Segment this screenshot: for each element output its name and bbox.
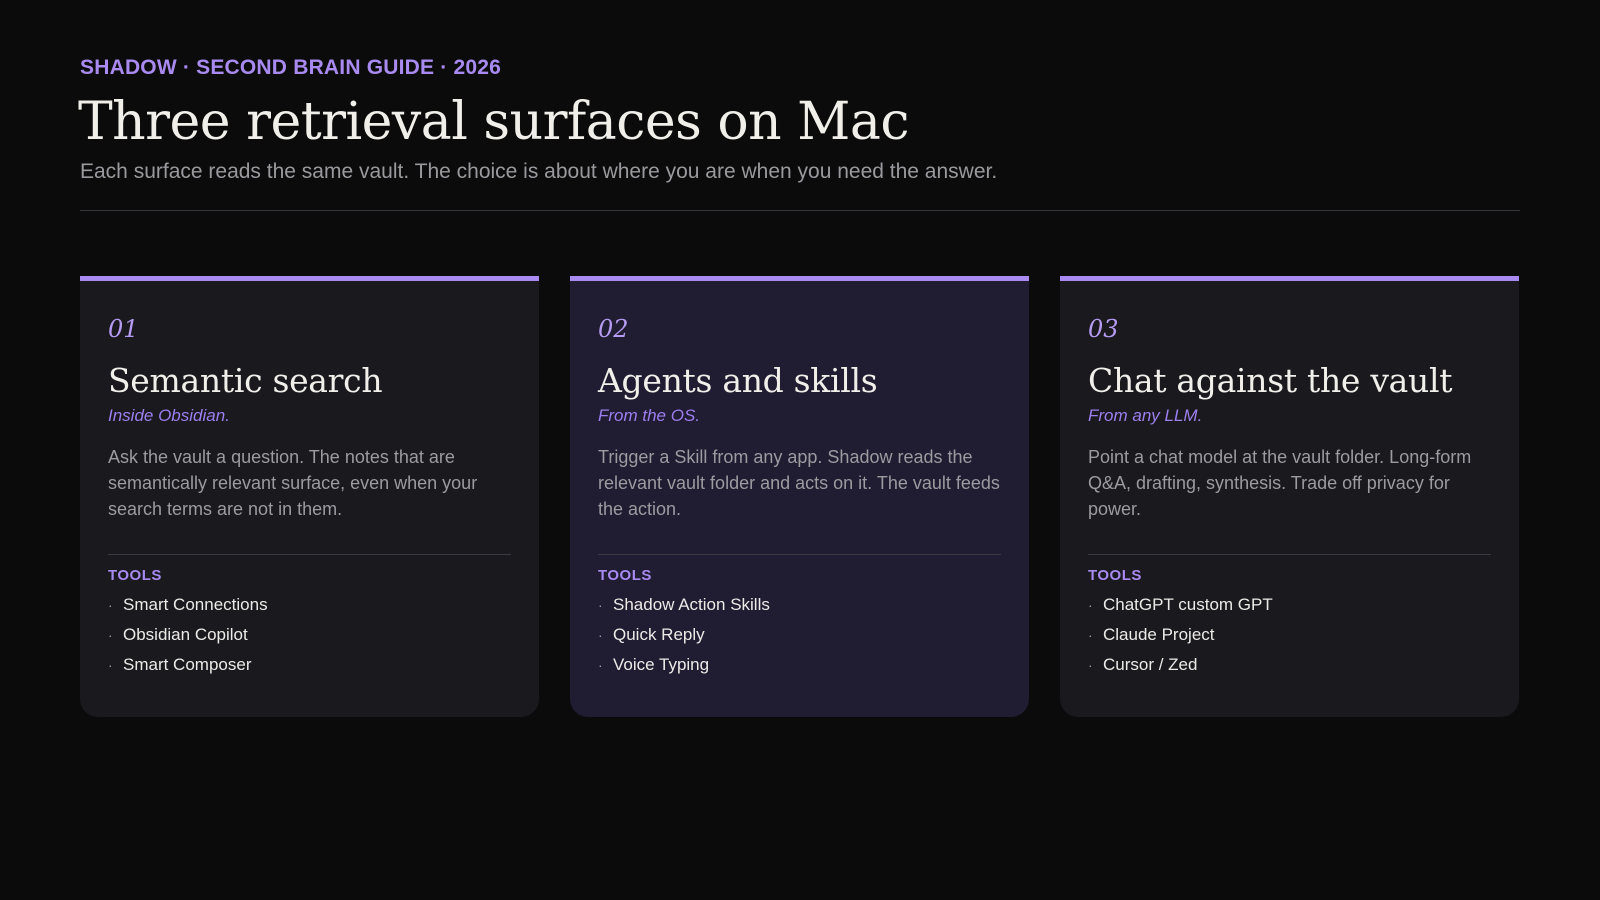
tool-name: Quick Reply — [613, 625, 705, 644]
tool-name: Voice Typing — [613, 655, 710, 674]
tool-name: Claude Project — [1103, 625, 1215, 644]
card-chat-against-vault: 03 Chat against the vault From any LLM. … — [1060, 276, 1519, 717]
card-title: Chat against the vault — [1088, 361, 1453, 400]
bullet-icon: · — [108, 627, 113, 643]
card-divider — [1088, 554, 1491, 555]
card-divider — [598, 554, 1001, 555]
card-number: 03 — [1088, 315, 1119, 343]
bullet-icon: · — [1088, 657, 1093, 673]
card-context: From any LLM. — [1088, 406, 1203, 425]
bullet-icon: · — [108, 597, 113, 613]
tools-label: TOOLS — [1088, 567, 1142, 584]
tool-item: · Quick Reply — [598, 620, 1001, 650]
tools-list: · Shadow Action Skills · Quick Reply · Voic… — [598, 590, 1001, 680]
tools-list: · Smart Connections · Obsidian Copilot · Sm… — [108, 590, 511, 680]
card-description: Point a chat model at the vault folder. … — [1088, 447, 1472, 519]
tool-name: ChatGPT custom GPT — [1103, 595, 1273, 614]
card-context: Inside Obsidian. — [108, 406, 230, 425]
bullet-icon: · — [1088, 597, 1093, 613]
card-agents-and-skills: 02 Agents and skills From the OS. Trigge… — [570, 276, 1029, 717]
card-title: Agents and skills — [598, 361, 878, 400]
card-description: Trigger a Skill from any app. Shadow rea… — [598, 447, 1000, 519]
tool-item: · Claude Project — [1088, 620, 1491, 650]
bullet-icon: · — [598, 627, 603, 643]
card-context: From the OS. — [598, 406, 701, 425]
tool-name: Smart Connections — [123, 595, 268, 614]
tool-item: · Cursor / Zed — [1088, 650, 1491, 680]
tools-label: TOOLS — [598, 567, 652, 584]
eyebrow-label: SHADOW · SECOND BRAIN GUIDE · 2026 — [80, 56, 502, 79]
card-description: Ask the vault a question. The notes that… — [108, 447, 478, 519]
tool-item: · Obsidian Copilot — [108, 620, 511, 650]
card-number: 01 — [108, 315, 139, 343]
tool-item: · ChatGPT custom GPT — [1088, 590, 1491, 620]
card-row: 01 Semantic search Inside Obsidian. Ask … — [80, 276, 1520, 717]
tool-item: · Smart Connections — [108, 590, 511, 620]
card-number: 02 — [598, 315, 629, 343]
bullet-icon: · — [108, 657, 113, 673]
slide: SHADOW · SECOND BRAIN GUIDE · 2026 Three… — [0, 0, 1600, 900]
card-title: Semantic search — [108, 361, 383, 400]
tool-item: · Voice Typing — [598, 650, 1001, 680]
bullet-icon: · — [598, 597, 603, 613]
card-divider — [108, 554, 511, 555]
tools-list: · ChatGPT custom GPT · Claude Project · Cur… — [1088, 590, 1491, 680]
header-divider — [80, 210, 1520, 211]
card-semantic-search: 01 Semantic search Inside Obsidian. Ask … — [80, 276, 539, 717]
tool-name: Smart Composer — [123, 655, 252, 674]
tool-name: Obsidian Copilot — [123, 625, 248, 644]
tool-item: · Shadow Action Skills — [598, 590, 1001, 620]
page-subtitle: Each surface reads the same vault. The c… — [80, 160, 998, 183]
tool-name: Cursor / Zed — [1103, 655, 1198, 674]
tool-item: · Smart Composer — [108, 650, 511, 680]
tool-name: Shadow Action Skills — [613, 595, 770, 614]
bullet-icon: · — [598, 657, 603, 673]
bullet-icon: · — [1088, 627, 1093, 643]
page-title: Three retrieval surfaces on Mac — [78, 92, 910, 152]
tools-label: TOOLS — [108, 567, 162, 584]
